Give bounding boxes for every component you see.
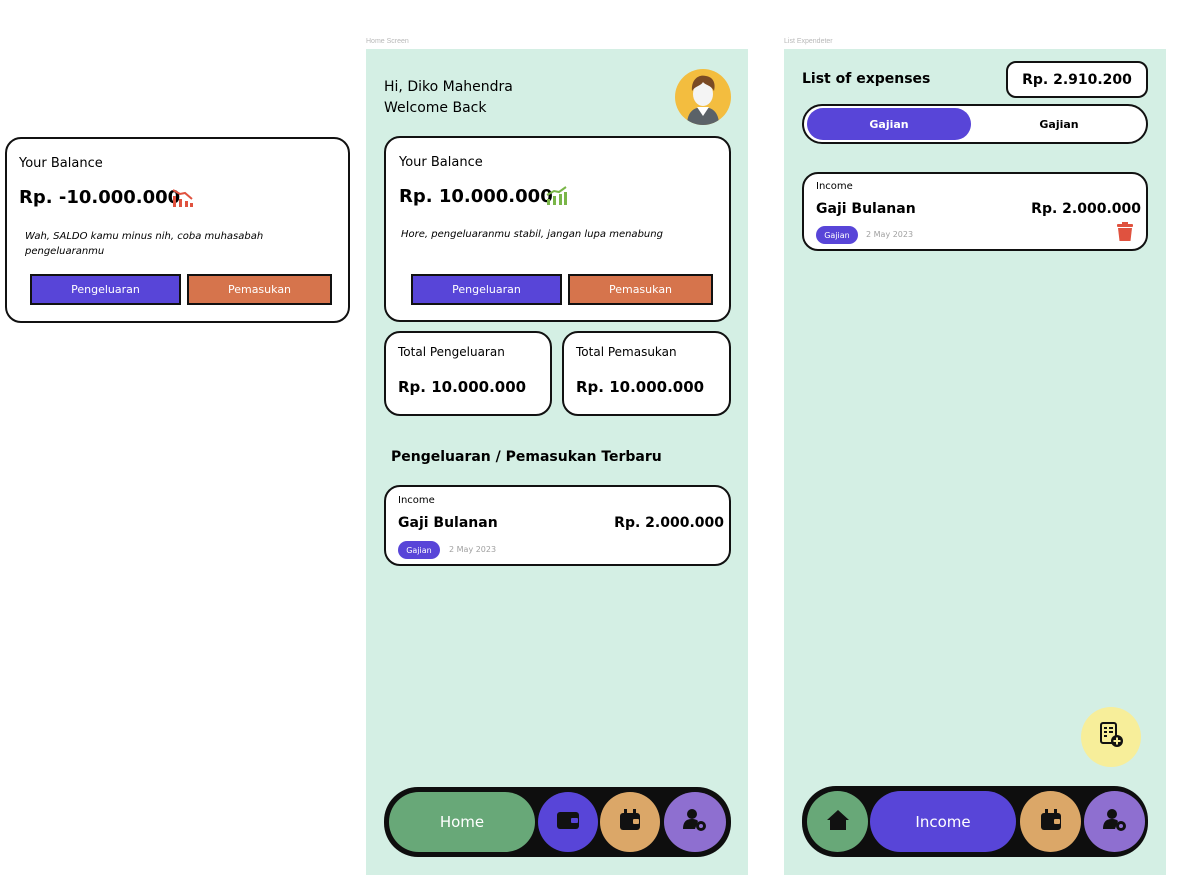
balance-amount: Rp. 10.000.000: [399, 186, 553, 207]
total-income-card: Total Pemasukan Rp. 10.000.000: [562, 331, 731, 416]
calendar-wallet-icon: [1039, 808, 1063, 836]
category-toggle: Gajian Gajian: [802, 104, 1148, 144]
transaction-date: 2 May 2023: [449, 545, 497, 554]
wallet-icon: [556, 809, 580, 835]
bottom-nav: Income: [802, 786, 1148, 857]
add-report-icon: [1096, 720, 1126, 754]
home-screen: Hi, Diko Mahendra Welcome Back Your Bala…: [366, 49, 748, 875]
avatar[interactable]: [675, 69, 731, 125]
frame-label-home: Home Screen: [366, 38, 409, 45]
total-expense-card: Total Pengeluaran Rp. 10.000.000: [384, 331, 552, 416]
nav-wallet[interactable]: [538, 792, 598, 852]
transaction-type: Income: [816, 181, 853, 192]
recent-section-title: Pengeluaran / Pemasukan Terbaru: [391, 449, 662, 465]
welcome-text: Welcome Back: [384, 100, 487, 116]
balance-amount: Rp. -10.000.000: [19, 187, 181, 208]
list-title: List of expenses: [802, 71, 931, 87]
bottom-nav: Home: [384, 787, 731, 857]
balance-message: Hore, pengeluaranmu stabil, jangan lupa …: [401, 229, 663, 240]
trash-icon[interactable]: [1116, 222, 1134, 246]
income-button[interactable]: Pemasukan: [187, 274, 332, 305]
trend-up-icon: [546, 186, 568, 210]
toggle-option-active[interactable]: Gajian: [807, 108, 971, 140]
nav-home[interactable]: [807, 791, 868, 852]
balance-title: Your Balance: [19, 156, 103, 171]
transaction-name: Gaji Bulanan: [816, 201, 916, 217]
balance-card-negative: Your Balance Rp. -10.000.000 Wah, SALDO …: [5, 137, 350, 323]
user-settings-icon: [682, 807, 708, 837]
add-expense-button[interactable]: [1081, 707, 1141, 767]
transaction-amount: Rp. 2.000.000: [614, 515, 724, 531]
list-total-box: Rp. 2.910.200: [1006, 61, 1148, 98]
frame-label-list: List Expendeter: [784, 38, 833, 45]
balance-message: Wah, SALDO kamu minus nih, coba muhasaba…: [25, 231, 264, 257]
nav-home[interactable]: Home: [389, 792, 535, 852]
greeting: Hi, Diko Mahendra: [384, 79, 513, 95]
transaction-card[interactable]: Income Gaji Bulanan Rp. 2.000.000 Gajian…: [802, 172, 1148, 251]
nav-calendar-wallet[interactable]: [1020, 791, 1081, 852]
nav-profile[interactable]: [1084, 791, 1145, 852]
trend-down-icon: [172, 188, 194, 212]
home-icon: [826, 808, 850, 836]
transaction-amount: Rp. 2.000.000: [1031, 201, 1141, 217]
transaction-name: Gaji Bulanan: [398, 515, 498, 531]
list-screen: List of expenses Rp. 2.910.200 Gajian Ga…: [784, 49, 1166, 875]
calendar-wallet-icon: [618, 808, 642, 836]
user-settings-icon: [1102, 807, 1128, 837]
transaction-type: Income: [398, 495, 435, 506]
expense-button[interactable]: Pengeluaran: [30, 274, 181, 305]
total-expense-amount: Rp. 10.000.000: [398, 378, 527, 396]
income-button[interactable]: Pemasukan: [568, 274, 713, 305]
transaction-tag: Gajian: [398, 541, 440, 559]
nav-calendar-wallet[interactable]: [600, 792, 660, 852]
toggle-option-inactive[interactable]: Gajian: [976, 108, 1142, 140]
expense-button[interactable]: Pengeluaran: [411, 274, 562, 305]
nav-income[interactable]: Income: [870, 791, 1016, 852]
list-total-amount: Rp. 2.910.200: [1022, 71, 1132, 88]
total-income-label: Total Pemasukan: [576, 345, 677, 359]
balance-title: Your Balance: [399, 155, 483, 170]
total-expense-label: Total Pengeluaran: [398, 345, 505, 359]
total-income-amount: Rp. 10.000.000: [576, 378, 705, 396]
transaction-date: 2 May 2023: [866, 230, 914, 239]
transaction-card[interactable]: Income Gaji Bulanan Rp. 2.000.000 Gajian…: [384, 485, 731, 566]
balance-card: Your Balance Rp. 10.000.000 Hore, pengel…: [384, 136, 731, 322]
nav-profile[interactable]: [664, 792, 726, 852]
transaction-tag: Gajian: [816, 226, 858, 244]
